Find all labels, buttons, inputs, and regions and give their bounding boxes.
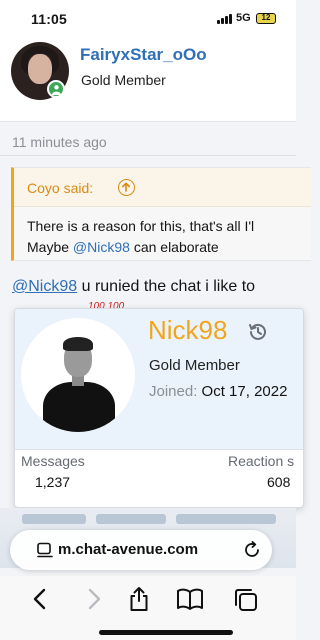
back-icon[interactable] [28,586,54,612]
messages-label: Messages [21,453,85,469]
messages-value[interactable]: 1,237 [35,474,70,490]
post-header: FairyxStar_oOo Gold Member [0,38,296,122]
member-rank: Gold Member [149,357,240,374]
quote-block: Coyo said: There is a reason for this, t… [11,167,311,261]
reload-icon[interactable] [242,540,262,565]
arrow-up-icon[interactable] [118,179,135,196]
quote-author[interactable]: Coyo said: [27,180,93,196]
online-status-icon [47,80,65,98]
battery-icon: 12 [256,13,276,24]
status-bar: 11:05 5G 12 [0,0,296,38]
joined-date: Oct 17, 2022 [201,383,288,400]
member-name[interactable]: Nick98 [148,315,227,346]
reply-mention-link[interactable]: @Nick98 [12,278,77,295]
tabs-icon[interactable] [232,586,258,612]
home-indicator[interactable] [99,630,233,635]
post-username[interactable]: FairyxStar_oOo [80,45,207,65]
quote-header: Coyo said: [14,168,311,207]
reply-text: u runied the chat i like to [77,278,256,295]
signal-icon [217,14,233,24]
url-text[interactable]: m.chat-avenue.com [58,541,198,558]
member-avatar[interactable] [21,318,135,432]
address-bar[interactable]: m.chat-avenue.com [10,530,272,570]
reactions-value[interactable]: 608 [267,474,290,490]
forward-icon[interactable] [80,586,106,612]
quote-line-2-post: can elaborate [129,239,219,255]
post-timestamp[interactable]: 11 minutes ago [12,134,107,150]
history-icon[interactable] [247,321,269,348]
page-menu-icon[interactable] [36,541,54,564]
divider [15,449,303,450]
post-message: @Nick98 u runied the chat i like to [12,278,255,296]
network-type: 5G [236,12,251,24]
joined-label: Joined: [149,383,198,400]
share-icon[interactable] [126,586,152,612]
status-time: 11:05 [31,11,68,27]
quote-line-1: There is a reason for this, that's all I… [27,218,255,234]
divider [0,155,296,156]
bookmarks-icon[interactable] [176,586,203,612]
quote-text: There is a reason for this, that's all I… [27,216,309,258]
quote-mention-link[interactable]: @Nick98 [73,239,130,255]
member-tooltip-card: Nick98 Gold Member Joined: Oct 17, 2022 … [14,308,304,508]
post-user-rank: Gold Member [81,72,166,88]
member-joined: Joined: Oct 17, 2022 [149,383,287,400]
reactions-label: Reaction s [228,453,295,469]
quote-line-2-pre: Maybe [27,239,73,255]
